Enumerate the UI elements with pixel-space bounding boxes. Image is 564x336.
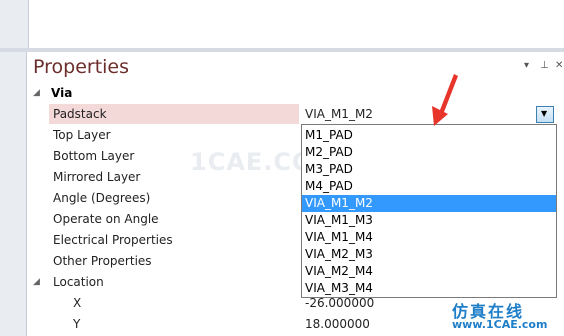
padstack-value[interactable]: VIA_M1_M2 [305,107,373,121]
panel-menu-icon[interactable]: ▾ [524,60,529,71]
property-name: Angle (Degrees) [53,191,151,205]
category-via[interactable]: ◢ Via [27,84,564,104]
category-label: Via [51,86,73,100]
x-value[interactable]: -26.000000 [305,296,374,310]
property-name: Y [73,317,81,331]
padstack-dropdown-list[interactable]: M1_PAD M2_PAD M3_PAD M4_PAD VIA_M1_M2 VI… [301,124,557,298]
property-name: Padstack [53,107,107,121]
y-value[interactable]: 18.000000 [305,317,370,331]
chevron-down-icon: ▼ [541,109,548,118]
pin-icon[interactable]: ⊥ [540,60,549,71]
property-name: Mirrored Layer [53,170,141,184]
brand-logo: 仿真在线 www.1CAE.com [452,298,562,334]
property-name: Bottom Layer [53,149,135,163]
collapse-icon[interactable]: ◢ [33,277,40,287]
left-panel-edge [0,0,29,48]
top-toolbar-area [0,0,564,48]
property-name: Location [53,275,104,289]
dropdown-option-selected[interactable]: VIA_M1_M2 [302,195,556,212]
dropdown-option[interactable]: VIA_M3_M4 [302,280,556,297]
close-icon[interactable]: ✕ [555,60,563,71]
property-name: Operate on Angle [53,212,159,226]
brand-url: www.1CAE.com [452,318,548,331]
panel-title: Properties [33,56,130,78]
property-name: Other Properties [53,254,152,268]
dropdown-option[interactable]: VIA_M1_M4 [302,229,556,246]
dropdown-option[interactable]: VIA_M2_M3 [302,246,556,263]
dropdown-option[interactable]: M4_PAD [302,178,556,195]
dropdown-option[interactable]: VIA_M1_M3 [302,212,556,229]
left-strip [0,52,27,336]
dropdown-button[interactable]: ▼ [536,106,554,123]
property-name: Top Layer [53,128,111,142]
dropdown-option[interactable]: M3_PAD [302,161,556,178]
dropdown-option[interactable]: VIA_M2_M4 [302,263,556,280]
property-row-padstack[interactable]: Padstack VIA_M1_M2 ▼ [27,104,564,125]
property-name: X [73,296,82,310]
collapse-icon[interactable]: ◢ [33,88,40,98]
dropdown-option[interactable]: M2_PAD [302,144,556,161]
property-name: Electrical Properties [53,233,173,247]
annotation-arrow-icon [432,74,458,126]
